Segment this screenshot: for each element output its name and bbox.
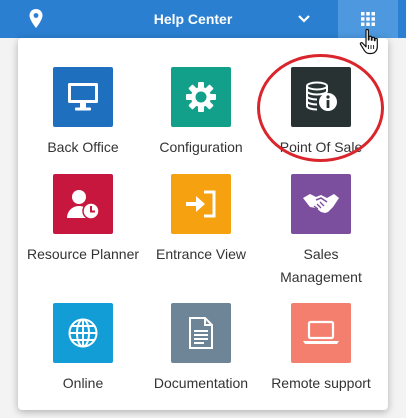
app-label-online: Online	[62, 375, 104, 391]
app-tile-resource-planner[interactable]: Resource Planner	[23, 174, 143, 266]
app-tile-configuration[interactable]: Configuration	[141, 67, 261, 159]
remote-support-tile-box	[291, 303, 351, 363]
document-icon	[189, 317, 213, 349]
globe-icon	[68, 318, 98, 348]
app-label-entrance-view: Entrance View	[155, 246, 246, 262]
app-tile-point-of-sale[interactable]: Point Of Sale	[261, 67, 381, 159]
top-bar: Help Center	[0, 0, 406, 38]
app-tile-back-office[interactable]: Back Office	[23, 67, 143, 159]
coins-info-icon	[306, 81, 337, 111]
app-label-configuration: Configuration	[159, 139, 243, 155]
monitor-icon	[68, 83, 98, 111]
online-tile-box	[53, 303, 113, 363]
app-label-documentation: Documentation	[153, 375, 249, 391]
laptop-icon	[303, 320, 339, 344]
configuration-tile-box	[171, 67, 231, 127]
app-label-remote-support: Remote support	[271, 375, 371, 391]
documentation-tile-box	[171, 303, 231, 363]
handshake-icon	[303, 194, 339, 213]
app-tile-remote-support[interactable]: Remote support	[261, 303, 381, 395]
entrance-view-tile-box	[171, 174, 231, 234]
app-tile-sales-management[interactable]: Sales Management	[261, 174, 381, 289]
apps-grid-icon	[361, 12, 375, 26]
sign-in-icon	[186, 190, 216, 218]
chevron-down-icon[interactable]	[297, 13, 311, 25]
app-label-point-of-sale: Point Of Sale	[279, 139, 363, 155]
gear-icon	[186, 82, 216, 112]
app-tile-entrance-view[interactable]: Entrance View	[141, 174, 261, 266]
app-label-back-office: Back Office	[47, 139, 119, 155]
hand-pointer-cursor	[359, 28, 378, 55]
app-label-sales-management: Sales Management	[280, 246, 362, 285]
sales-management-tile-box	[291, 174, 351, 234]
app-tile-documentation[interactable]: Documentation	[141, 303, 261, 395]
back-office-tile-box	[53, 67, 113, 127]
apps-panel: Back Office Configuration Point Of Sale …	[18, 38, 388, 410]
point-of-sale-tile-box	[291, 67, 351, 127]
app-label-resource-planner: Resource Planner	[26, 246, 140, 262]
person-clock-icon	[67, 190, 100, 220]
resource-planner-tile-box	[53, 174, 113, 234]
app-tile-online[interactable]: Online	[23, 303, 143, 395]
